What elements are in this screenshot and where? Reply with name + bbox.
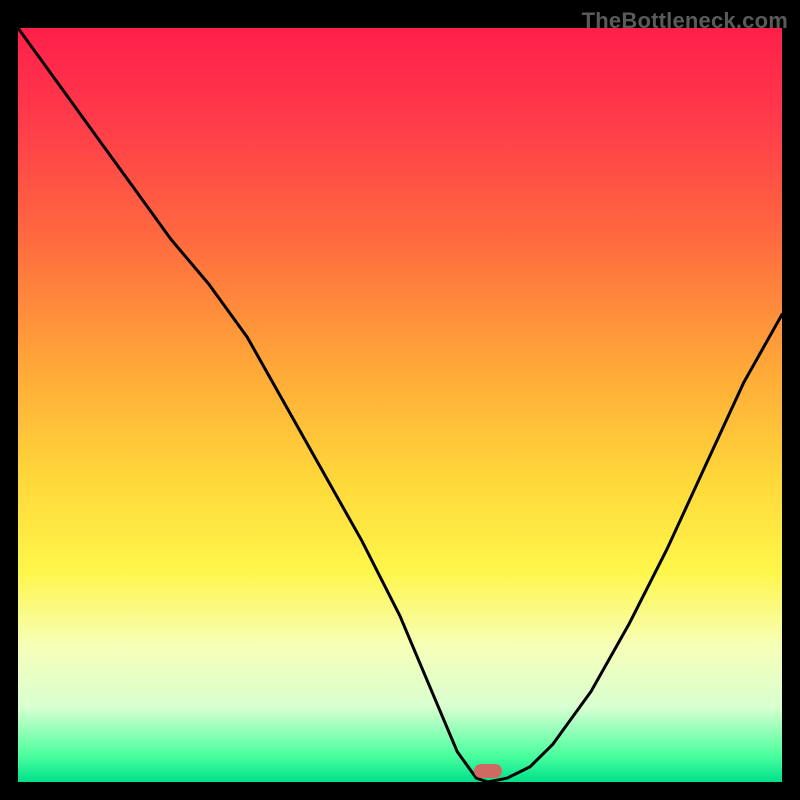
chart-background <box>18 28 782 782</box>
plot-area <box>18 28 782 782</box>
chart-frame: TheBottleneck.com <box>0 0 800 800</box>
chart-svg <box>18 28 782 782</box>
